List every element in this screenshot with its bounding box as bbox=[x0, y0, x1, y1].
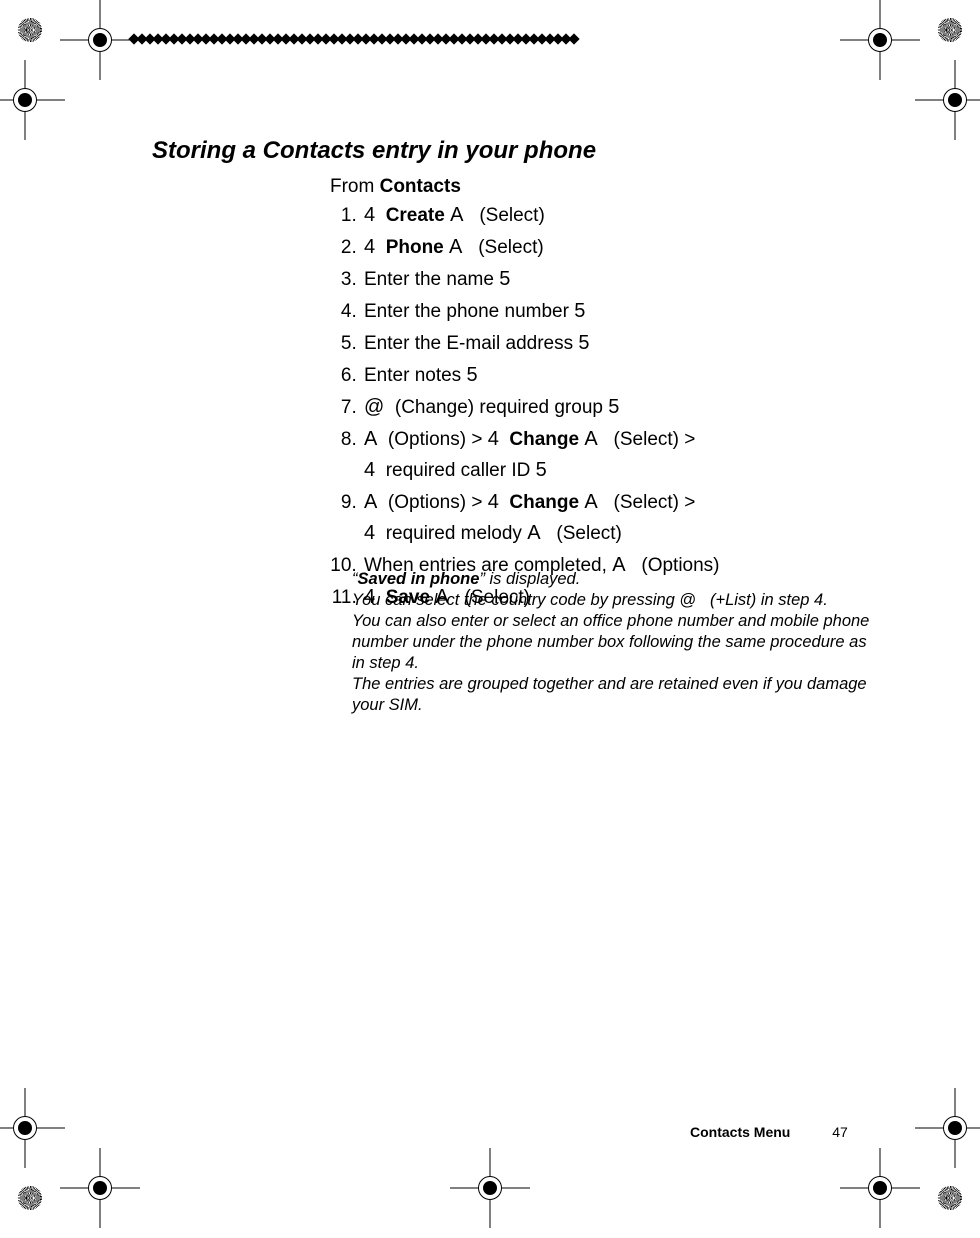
ok-symbol: 5 bbox=[574, 300, 585, 322]
note-text: (+List) in step 4. bbox=[705, 591, 827, 609]
step-label: Change bbox=[509, 492, 579, 513]
step-text: required melody bbox=[386, 523, 528, 544]
nav-symbol: 4 bbox=[364, 236, 375, 258]
from-target: Contacts bbox=[380, 176, 461, 197]
step-7: @ (Change) required group 5 bbox=[362, 392, 880, 423]
starburst-disc-icon bbox=[938, 18, 962, 42]
starburst-disc-icon bbox=[18, 1186, 42, 1210]
nav-symbol: 4 bbox=[364, 522, 375, 544]
nav-symbol: 4 bbox=[364, 204, 375, 226]
step-text: (Options) > bbox=[388, 492, 488, 513]
step-action: (Select) bbox=[478, 237, 543, 258]
crosshair-icon bbox=[450, 1148, 530, 1228]
page-footer: Contacts Menu 47 bbox=[690, 1124, 848, 1140]
softkey-symbol: A bbox=[364, 428, 377, 450]
starburst-disc-icon bbox=[18, 18, 42, 42]
note-4: The entries are grouped together and are… bbox=[352, 674, 882, 716]
note-text: You can select the country code by press… bbox=[352, 591, 679, 609]
crosshair-icon bbox=[0, 1088, 65, 1168]
notes-block: “Saved in phone” is displayed. You can s… bbox=[352, 569, 882, 716]
step-label: Change bbox=[509, 429, 579, 450]
step-label: Create bbox=[386, 205, 445, 226]
step-text: (Select) > bbox=[614, 492, 696, 513]
step-text: (Select) bbox=[556, 523, 621, 544]
note-2: You can select the country code by press… bbox=[352, 590, 882, 611]
step-text: (Select) > bbox=[614, 429, 696, 450]
step-action: (Select) bbox=[479, 205, 544, 226]
note-bold: Saved in phone bbox=[358, 570, 480, 588]
footer-section-label: Contacts Menu bbox=[690, 1124, 790, 1140]
crosshair-icon bbox=[915, 60, 980, 140]
softkey-symbol: A bbox=[584, 428, 597, 450]
note-3: You can also enter or select an office p… bbox=[352, 611, 882, 674]
nav-symbol: 4 bbox=[488, 491, 499, 513]
ok-symbol: 5 bbox=[466, 364, 477, 386]
from-line: From Contacts bbox=[330, 176, 461, 198]
step-3: Enter the name 5 bbox=[362, 264, 880, 295]
crosshair-icon bbox=[840, 0, 920, 80]
step-6: Enter notes 5 bbox=[362, 360, 880, 391]
step-text: (Change) required group bbox=[395, 397, 608, 418]
step-8: A (Options) > 4 Change A (Select) > 4 re… bbox=[362, 424, 880, 486]
step-text: Enter the phone number bbox=[364, 301, 574, 322]
at-symbol: @ bbox=[364, 396, 384, 418]
softkey-symbol: A bbox=[584, 491, 597, 513]
step-2: 4 Phone A (Select) bbox=[362, 232, 880, 263]
step-5: Enter the E-mail address 5 bbox=[362, 328, 880, 359]
note-text: ” is displayed. bbox=[479, 570, 580, 588]
softkey-symbol: A bbox=[450, 204, 463, 226]
nav-symbol: 4 bbox=[364, 459, 375, 481]
softkey-symbol: A bbox=[527, 522, 540, 544]
step-text: Enter notes bbox=[364, 365, 466, 386]
step-text: (Options) > bbox=[388, 429, 488, 450]
crosshair-icon bbox=[840, 1148, 920, 1228]
diamond-strip-icon bbox=[130, 33, 596, 45]
step-9: A (Options) > 4 Change A (Select) > 4 re… bbox=[362, 487, 880, 549]
crosshair-icon bbox=[60, 0, 140, 80]
step-1: 4 Create A (Select) bbox=[362, 200, 880, 231]
step-text: required caller ID bbox=[386, 460, 536, 481]
nav-symbol: 4 bbox=[488, 428, 499, 450]
footer-page-number: 47 bbox=[832, 1124, 848, 1140]
from-prefix: From bbox=[330, 176, 380, 197]
softkey-symbol: A bbox=[449, 236, 462, 258]
ok-symbol: 5 bbox=[578, 332, 589, 354]
at-symbol: @ bbox=[679, 591, 696, 609]
ok-symbol: 5 bbox=[536, 459, 547, 481]
section-heading: Storing a Contacts entry in your phone bbox=[152, 137, 596, 165]
step-text: Enter the name bbox=[364, 269, 499, 290]
crosshair-icon bbox=[915, 1088, 980, 1168]
crosshair-icon bbox=[60, 1148, 140, 1228]
step-label: Phone bbox=[386, 237, 444, 258]
ok-symbol: 5 bbox=[499, 268, 510, 290]
starburst-disc-icon bbox=[938, 1186, 962, 1210]
note-1: “Saved in phone” is displayed. bbox=[352, 569, 882, 590]
step-text: Enter the E-mail address bbox=[364, 333, 578, 354]
regmark-bottom-right bbox=[910, 1158, 980, 1238]
steps-list: 4 Create A (Select) 4 Phone A (Select) E… bbox=[330, 200, 880, 614]
crosshair-icon bbox=[0, 60, 65, 140]
step-4: Enter the phone number 5 bbox=[362, 296, 880, 327]
ok-symbol: 5 bbox=[608, 396, 619, 418]
softkey-symbol: A bbox=[364, 491, 377, 513]
